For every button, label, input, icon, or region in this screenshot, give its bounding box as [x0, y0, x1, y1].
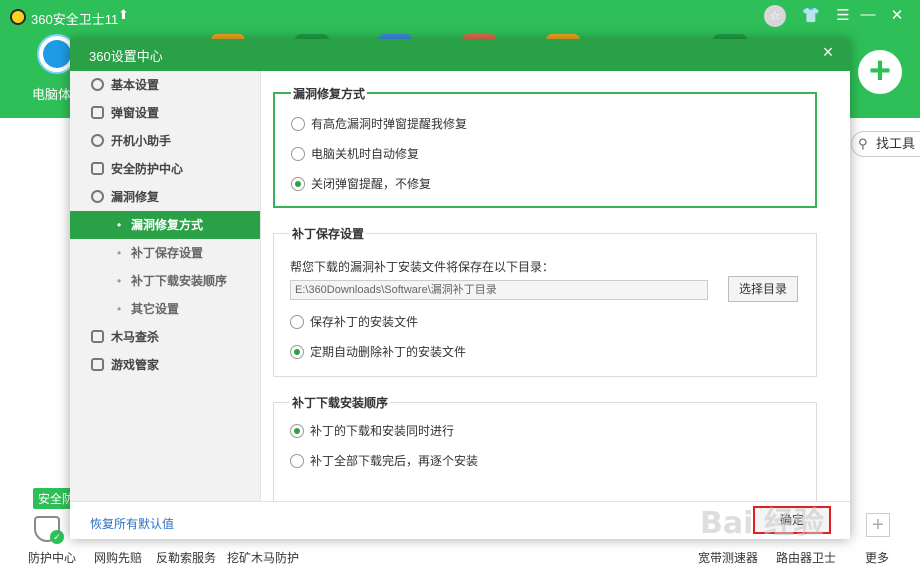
restore-defaults-link[interactable]: 恢复所有默认值	[90, 515, 174, 532]
sidebar-item-other[interactable]: • 其它设置	[70, 295, 260, 323]
pc-checkup-label[interactable]: 电脑体	[32, 84, 71, 103]
check-icon: ✓	[50, 530, 64, 544]
bottom-item-shopping[interactable]: 网购先赔	[94, 549, 142, 566]
sidebar-item-install-order[interactable]: • 补丁下载安装顺序	[70, 267, 260, 295]
upgrade-arrow-icon[interactable]: ⬆	[118, 7, 129, 23]
plus-icon[interactable]: +	[866, 513, 890, 537]
group-install-order: 补丁下载安装顺序 补丁的下载和安装同时进行 补丁全部下载完后，再逐个安装	[273, 394, 817, 501]
settings-dialog: 360设置中心 × 基本设置 弹窗设置 开机小助手 安全防护中心 漏洞修复 • 漏…	[70, 39, 850, 539]
refresh-icon	[91, 190, 104, 203]
add-plus-icon[interactable]: +	[858, 50, 902, 94]
bottom-item-speedtest[interactable]: 宽带测速器	[698, 549, 758, 566]
gamepad-icon	[91, 358, 104, 371]
app-logo-icon	[10, 9, 26, 25]
watermark-text: Bai 经验	[700, 506, 824, 541]
settings-content: 漏洞修复方式 有高危漏洞时弹窗提醒我修复 电脑关机时自动修复 关闭弹窗提醒，不修…	[260, 71, 840, 501]
sidebar-item-vuln-repair[interactable]: 漏洞修复	[70, 183, 260, 211]
bottom-item-ransom[interactable]: 反勒索服务	[156, 549, 216, 566]
sidebar-item-game[interactable]: 游戏管家	[70, 351, 260, 379]
sidebar-item-repair-mode[interactable]: • 漏洞修复方式	[70, 211, 260, 239]
sidebar-item-patch-save[interactable]: • 补丁保存设置	[70, 239, 260, 267]
patch-path-field[interactable]: E:\360Downloads\Software\漏洞补丁目录	[290, 280, 708, 300]
skin-shirt-icon[interactable]: 👕	[800, 6, 822, 24]
horse-icon	[91, 330, 104, 343]
group-title: 漏洞修复方式	[291, 85, 368, 102]
clock-icon	[91, 134, 104, 147]
patch-save-description: 帮您下载的漏洞补丁安装文件将保存在以下目录：	[290, 260, 555, 274]
close-button[interactable]: ✕	[886, 6, 908, 24]
list-icon	[91, 162, 104, 175]
group-title: 补丁保存设置	[290, 225, 367, 242]
bottom-item-router[interactable]: 路由器卫士	[776, 549, 836, 566]
sidebar-item-popup[interactable]: 弹窗设置	[70, 99, 260, 127]
bottom-item-protection[interactable]: 防护中心	[28, 549, 76, 566]
menu-icon[interactable]: ☰	[832, 6, 854, 24]
medal-icon[interactable]: ☆	[764, 5, 786, 27]
bottom-item-more[interactable]: 更多	[865, 549, 889, 566]
sidebar-item-startup[interactable]: 开机小助手	[70, 127, 260, 155]
minimize-button[interactable]: —	[857, 6, 879, 23]
window-icon	[91, 106, 104, 119]
sidebar-item-trojan[interactable]: 木马查杀	[70, 323, 260, 351]
group-patch-save: 补丁保存设置 帮您下载的漏洞补丁安装文件将保存在以下目录： E:\360Down…	[273, 225, 817, 377]
dialog-header: 360设置中心 ×	[70, 39, 850, 71]
search-icon: ⚲	[858, 136, 868, 151]
dialog-title: 360设置中心	[89, 49, 163, 64]
settings-sidebar: 基本设置 弹窗设置 开机小助手 安全防护中心 漏洞修复 • 漏洞修复方式 • 补丁保…	[70, 71, 260, 501]
bottom-item-mining[interactable]: 挖矿木马防护	[227, 549, 299, 566]
gear-icon	[91, 78, 104, 91]
sidebar-item-protection[interactable]: 安全防护中心	[70, 155, 260, 183]
sidebar-item-basic[interactable]: 基本设置	[70, 71, 260, 99]
find-tools-button[interactable]: ⚲ 找工具	[851, 131, 920, 157]
group-title: 补丁下载安装顺序	[290, 394, 391, 411]
app-title: 360安全卫士11	[31, 12, 119, 27]
group-repair-mode: 漏洞修复方式 有高危漏洞时弹窗提醒我修复 电脑关机时自动修复 关闭弹窗提醒，不修…	[273, 85, 817, 208]
choose-directory-button[interactable]: 选择目录	[728, 276, 798, 302]
dialog-close-icon[interactable]: ×	[818, 42, 838, 63]
